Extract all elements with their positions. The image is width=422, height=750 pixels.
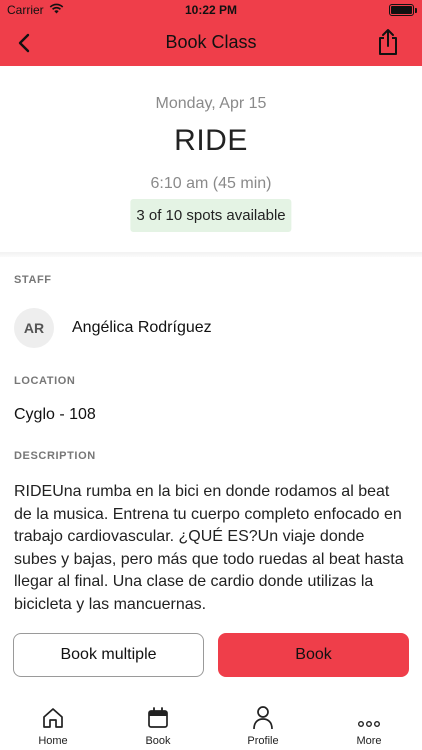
avatar: AR — [14, 308, 54, 348]
battery-nub — [415, 8, 417, 13]
location-label: LOCATION — [14, 375, 76, 387]
tab-profile[interactable]: Profile — [228, 700, 298, 750]
tab-bar: Home Book Profile More — [0, 700, 422, 750]
spots-available-badge: 3 of 10 spots available — [130, 199, 292, 232]
person-icon — [228, 700, 298, 730]
share-icon[interactable] — [374, 27, 402, 57]
calendar-icon — [123, 700, 193, 730]
more-icon — [334, 700, 404, 730]
staff-label: STAFF — [14, 274, 52, 286]
staff-name: Angélica Rodríguez — [72, 319, 212, 336]
class-date: Monday, Apr 15 — [155, 95, 267, 112]
tab-profile-label: Profile — [247, 735, 279, 747]
class-time: 6:10 am (45 min) — [150, 175, 272, 192]
navigation-bar: Book Class — [0, 20, 422, 66]
section-divider — [0, 252, 422, 257]
tab-more[interactable]: More — [334, 700, 404, 750]
book-multiple-button[interactable]: Book multiple — [13, 633, 204, 677]
tab-book[interactable]: Book — [123, 700, 193, 750]
book-button[interactable]: Book — [218, 633, 409, 677]
status-bar: Carrier 10:22 PM — [0, 0, 422, 20]
home-icon — [18, 700, 88, 730]
staff-row[interactable]: AR Angélica Rodríguez — [14, 308, 212, 348]
tab-home-label: Home — [38, 735, 68, 747]
page-title: Book Class — [165, 32, 257, 52]
clock: 10:22 PM — [184, 3, 238, 17]
description-label: DESCRIPTION — [14, 450, 96, 462]
battery-fill — [391, 6, 412, 14]
class-name: RIDE — [174, 124, 248, 157]
tab-book-label: Book — [145, 735, 171, 747]
location-value: Cyglo - 108 — [14, 406, 96, 423]
tab-home[interactable]: Home — [18, 700, 88, 750]
class-header: Monday, Apr 15 RIDE 6:10 am (45 min) 3 o… — [0, 66, 422, 252]
tab-more-label: More — [356, 735, 382, 747]
battery-icon — [389, 4, 417, 16]
description-text: RIDEUna rumba en la bici en donde rodamo… — [14, 483, 404, 613]
